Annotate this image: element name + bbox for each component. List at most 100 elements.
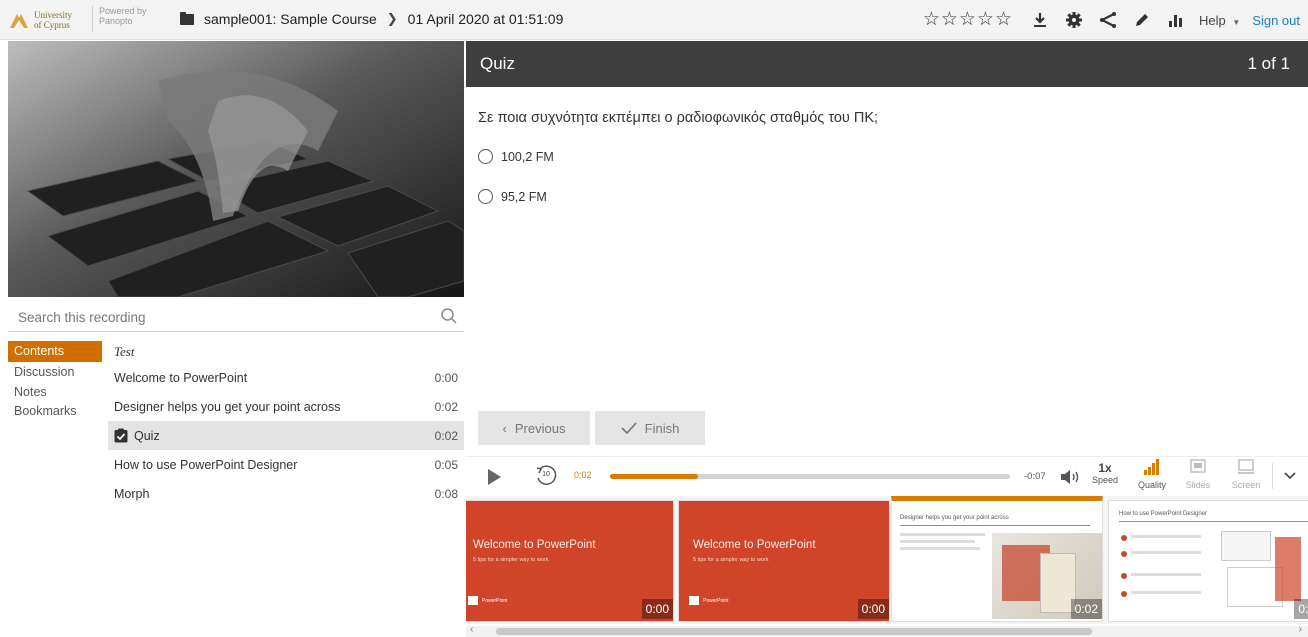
quality-label: Quality — [1137, 480, 1166, 490]
list-item-label: Welcome to PowerPoint — [114, 370, 248, 385]
powerpoint-badge: PowerPoint — [689, 596, 729, 605]
list-item[interactable]: How to use PowerPoint Designer 0:05 — [108, 450, 464, 479]
slide-thumbnail-strip: Welcome to PowerPoint 5 tips for a simpl… — [466, 496, 1308, 624]
scroll-left-arrow[interactable]: ‹ — [470, 624, 473, 635]
thumbnail-subtitle: 5 tips for a simpler way to work — [473, 557, 549, 563]
scroll-right-arrow[interactable]: › — [1299, 624, 1302, 635]
stats-bar-chart-icon[interactable] — [1163, 9, 1189, 31]
speed-label: Speed — [1091, 475, 1119, 485]
quiz-question-count: 1 of 1 — [1247, 54, 1290, 73]
slide-thumbnail[interactable]: Welcome to PowerPoint 5 tips for a simpl… — [466, 500, 674, 622]
screen-button[interactable]: Screen — [1228, 459, 1264, 490]
gear-icon[interactable] — [1061, 9, 1087, 31]
tab-bookmarks[interactable]: Bookmarks — [8, 402, 102, 421]
tab-contents[interactable]: Contents — [8, 341, 102, 362]
app-name: PowerPoint — [482, 597, 508, 604]
contents-section-title: Test — [114, 344, 135, 359]
quiz-header: Quiz 1 of 1 — [466, 41, 1308, 87]
chevron-left-icon: ‹ — [502, 420, 507, 436]
search-input[interactable] — [18, 306, 418, 328]
video-player[interactable] — [8, 41, 464, 297]
contents-list: Test Welcome to PowerPoint 0:00 Designer… — [108, 341, 464, 508]
list-item-time: 0:02 — [434, 428, 458, 443]
sign-out-link[interactable]: Sign out — [1252, 13, 1300, 28]
list-item-label: How to use PowerPoint Designer — [114, 457, 298, 472]
breadcrumb-folder-link[interactable]: sample001: Sample Course — [204, 11, 377, 27]
list-item-time: 0:00 — [434, 370, 458, 385]
quality-button[interactable]: Quality — [1134, 459, 1170, 490]
list-item-label: Morph — [114, 486, 150, 501]
app-name: PowerPoint — [703, 597, 729, 604]
speed-value: 1x — [1098, 461, 1112, 475]
search-icon[interactable] — [440, 307, 458, 325]
slides-button[interactable]: Slides — [1180, 459, 1216, 490]
thumbnail-subtitle: 5 tips for a simpler way to work — [693, 557, 769, 563]
quiz-title: Quiz — [480, 54, 515, 73]
previous-button[interactable]: ‹ Previous — [478, 411, 590, 445]
caret-down-icon: ▼ — [1232, 17, 1241, 27]
scrollbar-thumb[interactable] — [496, 628, 1092, 635]
radio-button[interactable] — [478, 149, 493, 164]
logo-text-line1: University — [34, 10, 72, 20]
logo-text-line2: of Cyprus — [34, 20, 70, 30]
thumbnail-time: 0:00 — [857, 599, 889, 619]
thumbnail-time: 0:02 — [1070, 599, 1102, 619]
slide-thumbnail[interactable]: How to use PowerPoint Designer 0:0 — [1108, 500, 1308, 622]
powered-by-label: Powered by — [99, 6, 147, 16]
slides-icon — [1190, 459, 1206, 473]
slide-thumbnail[interactable]: Welcome to PowerPoint 5 tips for a simpl… — [678, 500, 890, 622]
progress-slider[interactable] — [610, 474, 1010, 479]
finish-button[interactable]: Finish — [595, 411, 705, 445]
list-item[interactable]: Welcome to PowerPoint 0:00 — [108, 363, 464, 392]
tab-notes[interactable]: Notes — [8, 383, 102, 402]
download-icon[interactable] — [1027, 9, 1053, 31]
radio-button[interactable] — [478, 189, 493, 204]
player-controls: 10 0:02 -0:07 1x Speed Quality Slides Sc… — [466, 456, 1308, 496]
help-menu-button[interactable]: Help ▼ — [1199, 13, 1240, 28]
slides-label: Slides — [1185, 480, 1211, 490]
thumbnail-scrollbar[interactable]: ‹ › — [466, 624, 1308, 637]
progress-fill — [610, 474, 698, 479]
finish-label: Finish — [644, 420, 680, 436]
chevron-down-icon[interactable] — [1284, 472, 1296, 480]
checkmark-icon — [621, 422, 637, 434]
quiz-question-text: Σε ποια συχνότητα εκπέμπει ο ραδιοφωνικό… — [478, 110, 879, 126]
play-icon[interactable] — [486, 468, 502, 486]
share-icon[interactable] — [1095, 9, 1121, 31]
slide-thumbnail-selected[interactable]: Designer helps you get your point across… — [891, 496, 1103, 622]
university-logo[interactable]: University of Cyprus — [8, 8, 84, 32]
powerpoint-icon — [468, 596, 478, 605]
quiz-option[interactable]: 95,2 FM — [478, 189, 547, 204]
tab-discussion[interactable]: Discussion — [8, 362, 102, 383]
thumbnail-time: 0:00 — [641, 599, 673, 619]
folder-icon — [180, 11, 194, 25]
screen-monitor-icon — [1238, 459, 1254, 474]
list-item-time: 0:05 — [434, 457, 458, 472]
list-item[interactable]: Morph 0:08 — [108, 479, 464, 508]
help-label: Help — [1199, 12, 1226, 28]
thumbnail-title: Welcome to PowerPoint — [473, 539, 596, 551]
session-title: 01 April 2020 at 01:51:09 — [407, 11, 564, 27]
remaining-time: -0:07 — [1024, 471, 1046, 482]
rewind-seconds-label: 10 — [542, 471, 550, 478]
thumbnail-title: Welcome to PowerPoint — [693, 539, 816, 551]
video-frame-keyboard — [8, 41, 464, 297]
breadcrumb: sample001: Sample Course ❯ 01 April 2020… — [180, 11, 563, 27]
list-item-time: 0:02 — [434, 399, 458, 414]
list-item[interactable]: Designer helps you get your point across… — [108, 392, 464, 421]
edit-pencil-icon[interactable] — [1129, 9, 1155, 31]
quiz-option[interactable]: 100,2 FM — [478, 149, 554, 164]
list-item-selected[interactable]: Quiz 0:02 — [108, 421, 464, 450]
powerpoint-icon — [689, 596, 699, 605]
quality-signal-icon — [1144, 459, 1159, 475]
quiz-option-label: 100,2 FM — [501, 149, 554, 164]
logo-emblem-icon — [10, 14, 28, 28]
rewind-10-button[interactable]: 10 — [534, 464, 558, 488]
speed-button[interactable]: 1x Speed — [1090, 461, 1120, 485]
panopto-label: Panopto — [99, 16, 133, 26]
search-bar — [8, 301, 464, 332]
toolbar: ☆☆☆☆☆ Help ▼ Sign out — [923, 9, 1300, 31]
volume-icon[interactable] — [1060, 469, 1080, 485]
rating-stars[interactable]: ☆☆☆☆☆ — [923, 10, 1013, 30]
chevron-right-icon: ❯ — [386, 11, 398, 26]
